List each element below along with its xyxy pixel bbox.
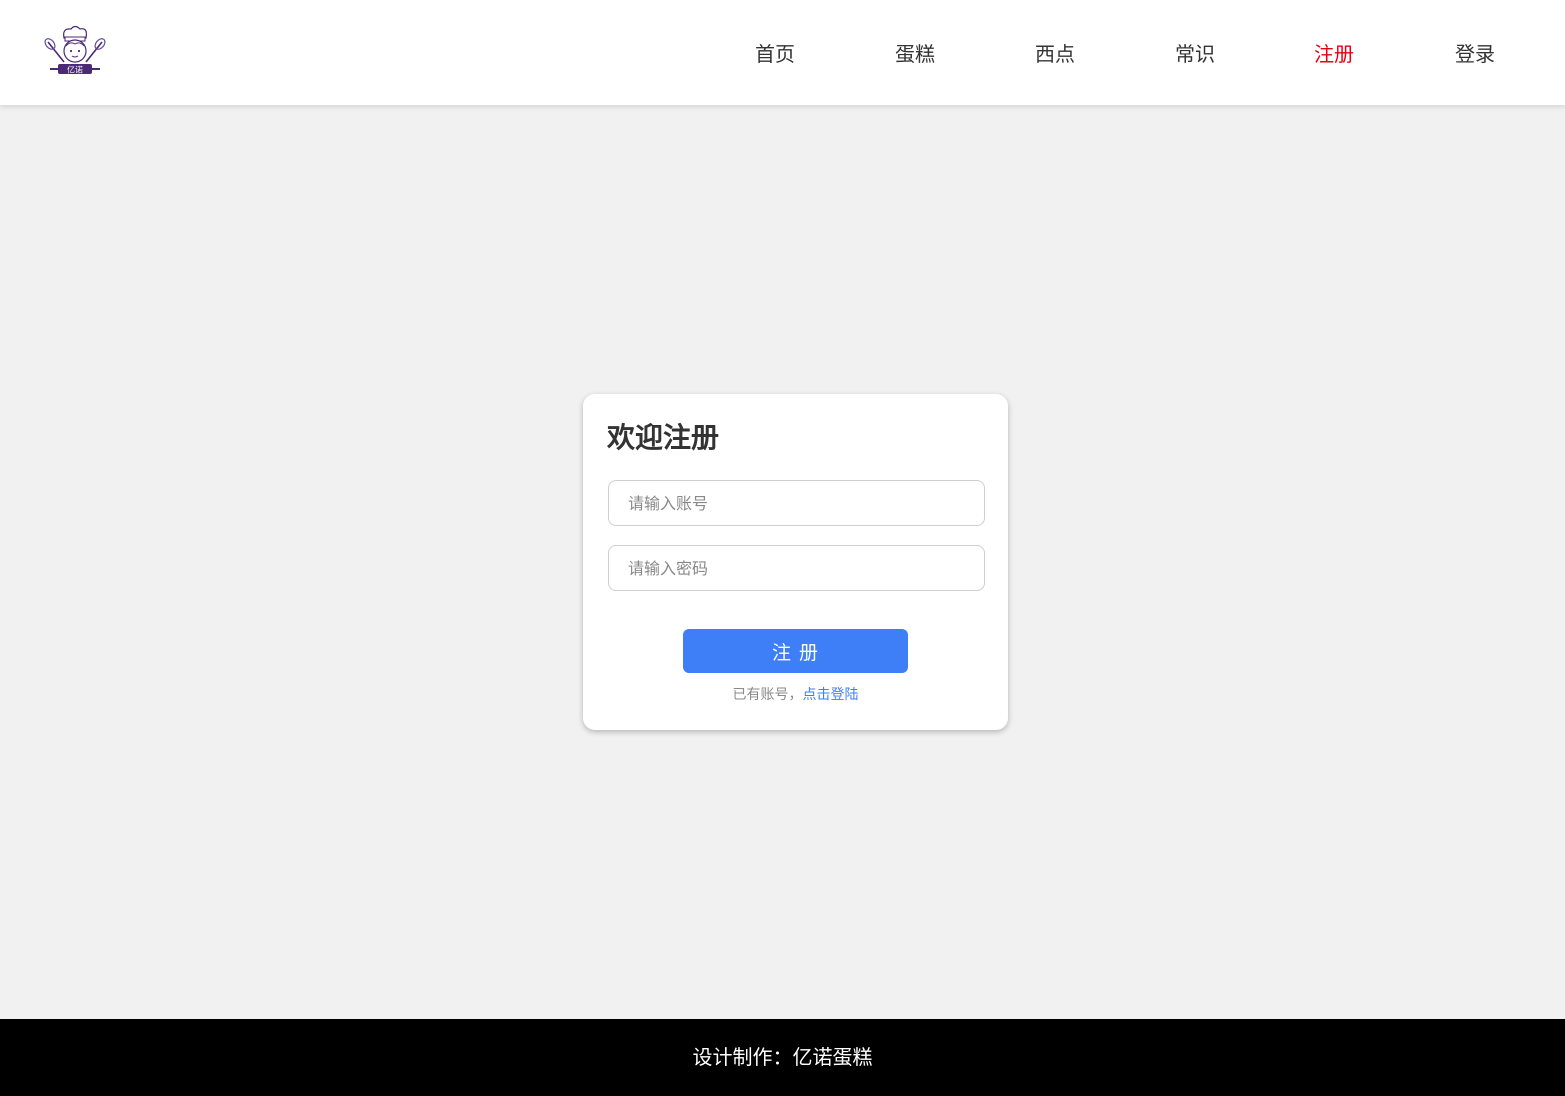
login-link[interactable]: 点击登陆: [803, 687, 859, 703]
nav-item-pastries[interactable]: 西点: [1015, 40, 1095, 68]
nav-item-knowledge[interactable]: 常识: [1155, 40, 1235, 68]
login-hint-prefix: 已有账号，: [732, 687, 803, 703]
register-title: 欢迎注册: [607, 421, 720, 454]
page: 亿诺 首页 蛋糕 西点 常识 注册 登录 欢迎注册 注 册 已有账号，点击登陆 …: [0, 0, 1565, 1096]
nav-item-home[interactable]: 首页: [735, 40, 815, 68]
nav-item-cakes[interactable]: 蛋糕: [875, 40, 955, 68]
site-header: 亿诺 首页 蛋糕 西点 常识 注册 登录: [0, 0, 1565, 105]
main-content: 欢迎注册 注 册 已有账号，点击登陆: [0, 105, 1565, 1019]
register-button[interactable]: 注 册: [683, 629, 908, 673]
main-nav: 首页 蛋糕 西点 常识 注册 登录: [0, 0, 1565, 105]
nav-item-register[interactable]: 注册: [1294, 40, 1374, 68]
footer-credit: 设计制作：亿诺蛋糕: [692, 1045, 873, 1069]
nav-item-login[interactable]: 登录: [1435, 40, 1515, 68]
account-input[interactable]: [608, 480, 985, 526]
login-hint: 已有账号，点击登陆: [583, 685, 1008, 705]
register-card: 欢迎注册 注 册 已有账号，点击登陆: [583, 394, 1008, 730]
site-footer: 设计制作：亿诺蛋糕: [0, 1019, 1565, 1096]
password-input[interactable]: [608, 545, 985, 591]
